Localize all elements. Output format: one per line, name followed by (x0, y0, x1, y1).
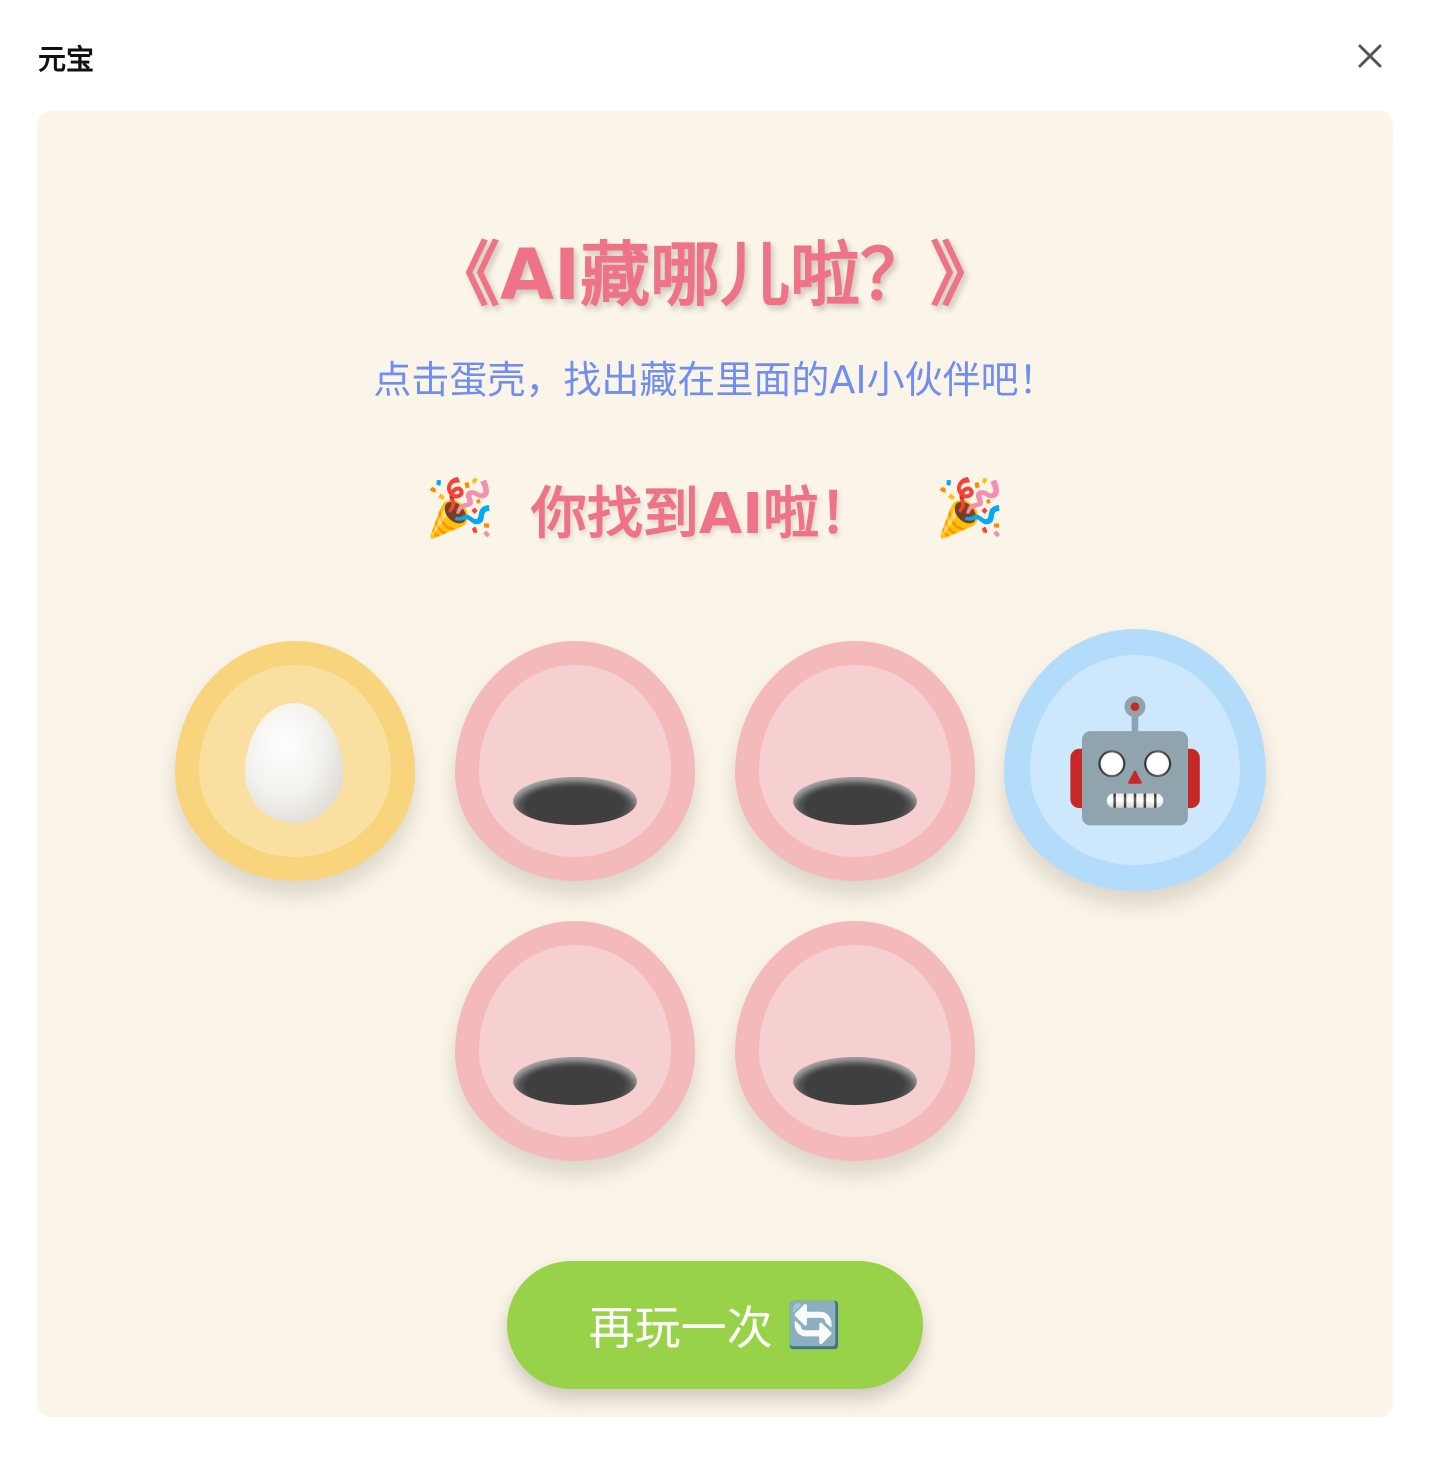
title-bar: 元宝 (0, 0, 1430, 110)
egg-shell-1[interactable] (175, 641, 415, 881)
close-icon (1358, 44, 1382, 68)
game-panel: 《AI藏哪儿啦？》 点击蛋壳，找出藏在里面的AI小伙伴吧！ 🎉 你找到AI啦！ … (37, 111, 1393, 1417)
egg-shell-6[interactable] (735, 921, 975, 1161)
game-title: 《AI藏哪儿啦？》 (429, 234, 1001, 316)
egg-shell-4-found[interactable]: 🤖 (1004, 629, 1266, 891)
result-message: 你找到AI啦！ (530, 481, 876, 547)
egg-shell-3[interactable] (735, 641, 975, 881)
empty-hole-icon (513, 777, 637, 825)
refresh-icon: 🔄 (786, 1300, 842, 1351)
empty-hole-icon (793, 1057, 917, 1105)
party-popper-icon: 🎉 (425, 476, 495, 541)
empty-hole-icon (793, 777, 917, 825)
empty-hole-icon (513, 1057, 637, 1105)
close-button[interactable] (1350, 36, 1390, 76)
result-banner: 🎉 你找到AI啦！ 🎉 (37, 469, 1393, 549)
egg-shell-inner (759, 665, 951, 857)
egg-shell-2[interactable] (455, 641, 695, 881)
egg-shell-inner (479, 945, 671, 1137)
window-title: 元宝 (38, 43, 95, 76)
game-instructions: 点击蛋壳，找出藏在里面的AI小伙伴吧！ (373, 358, 1057, 402)
party-popper-icon: 🎉 (935, 476, 1005, 541)
egg-shell-5[interactable] (455, 921, 695, 1161)
egg-shell-inner (479, 665, 671, 857)
app-window: 元宝 《AI藏哪儿啦？》 点击蛋壳，找出藏在里面的AI小伙伴吧！ 🎉 你找到AI… (0, 0, 1430, 1464)
play-again-label: 再玩一次 (588, 1301, 773, 1355)
egg-shell-inner (759, 945, 951, 1137)
robot-icon: 🤖 (1061, 691, 1209, 829)
play-again-button[interactable]: 再玩一次 🔄 (507, 1261, 923, 1389)
